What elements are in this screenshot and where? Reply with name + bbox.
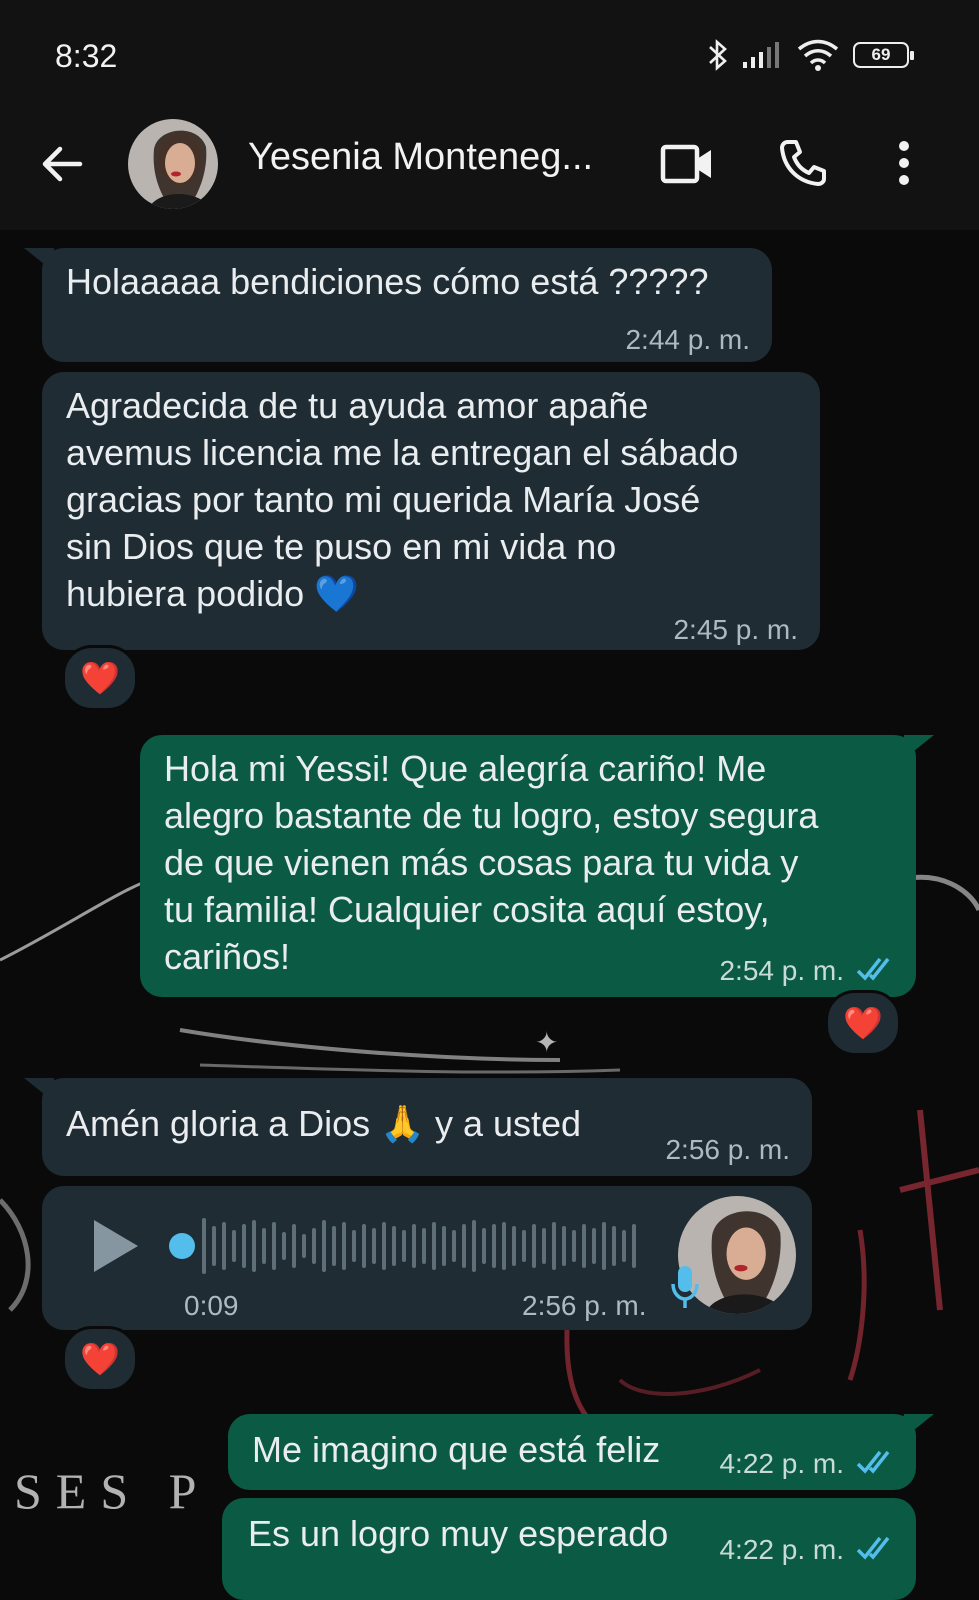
reaction-heart[interactable]: ❤️ [825, 990, 901, 1056]
message-bubble-incoming[interactable]: Amén gloria a Dios 🙏 y a usted 2:56 p. m… [24, 1078, 812, 1176]
bubble-tail [904, 735, 934, 759]
message-bubble-incoming[interactable]: Holaaaaa bendiciones cómo está ????? 2:4… [24, 248, 772, 362]
svg-text:✦: ✦ [535, 1027, 558, 1058]
play-icon[interactable] [90, 1216, 142, 1276]
wallpaper-text: SES P [14, 1463, 211, 1519]
heart-emoji: ❤️ [843, 1005, 883, 1041]
more-options-icon[interactable] [896, 140, 912, 186]
message-time: 2:56 p. m. [665, 1134, 790, 1165]
message-text: Agradecida de tu ayuda amor apañe avemus… [66, 385, 739, 614]
message-time: 2:45 p. m. [673, 614, 798, 645]
message-text: Hola mi Yessi! Que alegría cariño! Me al… [164, 748, 819, 977]
phone-call-icon[interactable] [778, 138, 828, 188]
reaction-heart[interactable]: ❤️ [62, 645, 138, 711]
message-text: Amén gloria a Dios 🙏 y a usted [66, 1103, 582, 1144]
bubble-tail [24, 248, 54, 272]
back-arrow-icon[interactable] [38, 140, 86, 188]
read-ticks-icon [856, 1450, 890, 1474]
message-text: Me imagino que está feliz [252, 1429, 661, 1470]
bubble-tail [24, 1078, 54, 1102]
message-time: 2:44 p. m. [625, 324, 750, 355]
status-time: 8:32 [55, 38, 118, 74]
microphone-icon [671, 1266, 699, 1308]
message-bubble-outgoing[interactable]: Es un logro muy esperado 4:22 p. m. [222, 1498, 916, 1600]
message-bubble-incoming[interactable]: Agradecida de tu ayuda amor apañe avemus… [42, 372, 820, 650]
message-time: 4:22 p. m. [719, 1534, 844, 1565]
heart-emoji: ❤️ [80, 660, 120, 696]
contact-avatar[interactable] [128, 119, 218, 209]
message-bubble-outgoing[interactable]: Me imagino que está feliz 4:22 p. m. [228, 1414, 934, 1490]
message-time: 2:56 p. m. [522, 1290, 647, 1321]
voice-duration: 0:09 [184, 1290, 239, 1321]
bubble-tail [904, 1414, 934, 1438]
status-bar: 8:32 69 [0, 0, 979, 110]
video-call-icon[interactable] [660, 142, 714, 186]
audio-waveform[interactable] [168, 1214, 648, 1278]
chat-header: Yesenia Monteneg... [0, 110, 979, 230]
read-ticks-icon [856, 1536, 890, 1560]
message-time: 2:54 p. m. [719, 955, 844, 986]
reaction-heart[interactable]: ❤️ [62, 1326, 138, 1392]
message-text: Holaaaaa bendiciones cómo está ????? [66, 261, 709, 302]
message-bubble-outgoing[interactable]: Hola mi Yessi! Que alegría cariño! Me al… [140, 735, 934, 997]
contact-name[interactable]: Yesenia Monteneg... [248, 136, 593, 179]
status-icons: 69 [707, 38, 914, 72]
message-text: Es un logro muy esperado [248, 1513, 669, 1554]
avatar-photo [128, 119, 218, 209]
message-time: 4:22 p. m. [719, 1448, 844, 1479]
wifi-icon [797, 39, 839, 71]
voice-message-bubble[interactable]: 0:09 2:56 p. m. [42, 1186, 812, 1330]
battery-indicator: 69 [853, 42, 914, 68]
signal-icon [743, 42, 779, 68]
read-ticks-icon [856, 957, 890, 981]
heart-emoji: ❤️ [80, 1341, 120, 1377]
bluetooth-icon [709, 39, 727, 71]
